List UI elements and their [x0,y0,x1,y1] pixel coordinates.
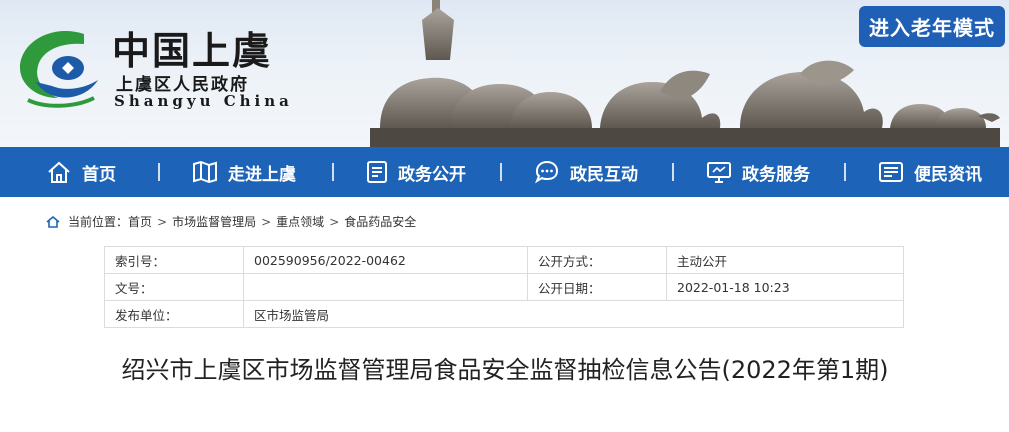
map-icon [193,160,217,184]
main-nav: 首页 走进上虞 政务公开 政民互动 政务服务 便民资讯 [0,147,1009,197]
nav-divider [844,163,846,181]
document-title: 绍兴市上虞区市场监督管理局食品安全监督抽检信息公告(2022年第1期) [121,356,889,384]
open-date-value: 2022-01-18 10:23 [666,273,904,301]
open-method-value: 主动公开 [666,246,904,274]
nav-label-interaction: 政民互动 [570,164,638,185]
nav-item-about[interactable]: 走进上虞 [192,160,296,185]
table-row: 索引号： 002590956/2022-00462 公开方式： 主动公开 [104,246,904,274]
index-label: 索引号： [104,246,244,274]
nav-item-gov-affairs[interactable]: 政务公开 [366,160,466,185]
index-value: 002590956/2022-00462 [243,246,528,274]
breadcrumb-link-food-drug-safety[interactable]: 食品药品安全 [344,213,416,230]
open-method-label: 公开方式： [527,246,667,274]
nav-divider [332,163,334,181]
document-icon [367,161,387,183]
open-date-label: 公开日期： [527,273,667,301]
nav-label-about: 走进上虞 [228,164,296,185]
shangyu-logo-icon [19,30,98,108]
header-banner: 中国上虞 上虞区人民政府 Shangyu China 进入老年模式 [0,0,1009,147]
home-icon [46,215,60,228]
doc-no-value [243,273,528,301]
nav-label-services: 政务服务 [742,164,810,185]
nav-label-home: 首页 [82,164,116,185]
chat-icon [534,160,559,184]
issuer-value: 区市场监管局 [243,300,904,328]
monitor-icon [707,162,731,183]
breadcrumb: 当前位置： 首页 > 市场监督管理局 > 重点领域 > 食品药品安全 [46,213,416,230]
breadcrumb-separator: > [157,214,168,229]
nav-item-services[interactable]: 政务服务 [706,160,810,185]
nav-divider [158,163,160,181]
elder-mode-button[interactable]: 进入老年模式 [859,6,1005,47]
nav-item-interaction[interactable]: 政民互动 [534,160,638,185]
issuer-label: 发布单位： [104,300,244,328]
breadcrumb-prefix: 当前位置： [68,215,129,229]
home-icon [48,161,70,183]
site-subtitle-en: Shangyu China [114,92,293,110]
breadcrumb-link-key-areas[interactable]: 重点领域 [276,213,324,230]
table-row: 发布单位： 区市场监管局 [104,300,904,328]
breadcrumb-separator: > [261,214,272,229]
breadcrumb-link-market-bureau[interactable]: 市场监督管理局 [172,213,256,230]
breadcrumb-link-home[interactable]: 首页 [128,213,152,230]
nav-divider [672,163,674,181]
breadcrumb-separator: > [329,214,340,229]
nav-item-home[interactable]: 首页 [46,160,116,185]
doc-info-table: 索引号： 002590956/2022-00462 公开方式： 主动公开 文号：… [104,246,904,328]
nav-label-gov-affairs: 政务公开 [398,164,466,185]
nav-label-info: 便民资讯 [914,164,982,185]
doc-no-label: 文号： [104,273,244,301]
news-icon [879,162,903,182]
site-title: 中国上虞 [112,28,273,73]
nav-item-info[interactable]: 便民资讯 [878,160,982,185]
nav-divider [500,163,502,181]
table-row: 文号： 公开日期： 2022-01-18 10:23 [104,273,904,301]
